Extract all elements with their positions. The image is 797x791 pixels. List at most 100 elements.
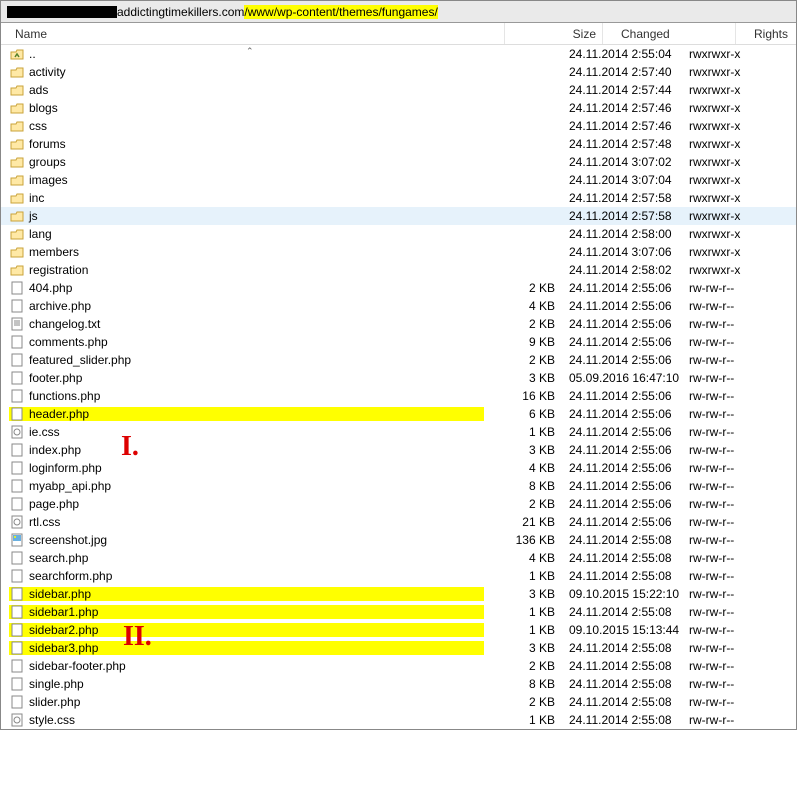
file-row[interactable]: sidebar.php3 KB09.10.2015 15:22:10rw-rw-…	[1, 585, 796, 603]
file-row[interactable]: blogs24.11.2014 2:57:46rwxrwxr-x	[1, 99, 796, 117]
file-row[interactable]: sidebar2.php1 KB09.10.2015 15:13:44rw-rw…	[1, 621, 796, 639]
file-row[interactable]: comments.php9 KB24.11.2014 2:55:06rw-rw-…	[1, 333, 796, 351]
file-size: 2 KB	[484, 353, 569, 367]
file-row[interactable]: ie.css1 KB24.11.2014 2:55:06rw-rw-r--	[1, 423, 796, 441]
file-row[interactable]: js 24.11.2014 2:57:58rwxrwxr-x	[1, 207, 796, 225]
file-row[interactable]: searchform.php1 KB24.11.2014 2:55:08rw-r…	[1, 567, 796, 585]
file-row[interactable]: ..24.11.2014 2:55:04rwxrwxr-x	[1, 45, 796, 63]
path-plain: addictingtimekillers.com	[117, 5, 244, 19]
file-row[interactable]: forums24.11.2014 2:57:48rwxrwxr-x	[1, 135, 796, 153]
file-row[interactable]: ads24.11.2014 2:57:44rwxrwxr-x	[1, 81, 796, 99]
file-row[interactable]: header.php6 KB24.11.2014 2:55:06rw-rw-r-…	[1, 405, 796, 423]
file-row[interactable]: featured_slider.php2 KB24.11.2014 2:55:0…	[1, 351, 796, 369]
file-rights: rw-rw-r--	[689, 605, 759, 619]
file-row[interactable]: style.css1 KB24.11.2014 2:55:08rw-rw-r--	[1, 711, 796, 729]
file-row[interactable]: myabp_api.php8 KB24.11.2014 2:55:06rw-rw…	[1, 477, 796, 495]
file-row[interactable]: changelog.txt2 KB24.11.2014 2:55:06rw-rw…	[1, 315, 796, 333]
file-rights: rw-rw-r--	[689, 695, 759, 709]
file-row[interactable]: loginform.php4 KB24.11.2014 2:55:06rw-rw…	[1, 459, 796, 477]
file-row[interactable]: 404.php2 KB24.11.2014 2:55:06rw-rw-r--	[1, 279, 796, 297]
file-rights: rw-rw-r--	[689, 389, 759, 403]
file-changed: 24.11.2014 2:57:46	[569, 119, 689, 133]
file-row[interactable]: single.php8 KB24.11.2014 2:55:08rw-rw-r-…	[1, 675, 796, 693]
file-changed: 24.11.2014 2:57:58	[569, 209, 689, 223]
file-row[interactable]: archive.php4 KB24.11.2014 2:55:06rw-rw-r…	[1, 297, 796, 315]
header-separator[interactable]	[735, 23, 748, 44]
file-row[interactable]: members24.11.2014 3:07:06rwxrwxr-x	[1, 243, 796, 261]
file-icon	[9, 551, 25, 565]
file-name: lang	[29, 227, 52, 241]
folder-icon	[9, 83, 25, 97]
column-headers: Name ⌃ Size Changed Rights	[1, 23, 796, 45]
file-row[interactable]: images24.11.2014 3:07:04rwxrwxr-x	[1, 171, 796, 189]
file-name: sidebar3.php	[29, 641, 98, 655]
file-row[interactable]: sidebar1.php1 KB24.11.2014 2:55:08rw-rw-…	[1, 603, 796, 621]
folder-icon	[9, 191, 25, 205]
file-changed: 05.09.2016 16:47:10	[569, 371, 689, 385]
file-rights: rw-rw-r--	[689, 713, 759, 727]
file-rights: rw-rw-r--	[689, 533, 759, 547]
file-name: footer.php	[29, 371, 82, 385]
file-name: sidebar-footer.php	[29, 659, 126, 673]
header-rights[interactable]: Rights	[748, 24, 797, 44]
file-row[interactable]: footer.php3 KB05.09.2016 16:47:10rw-rw-r…	[1, 369, 796, 387]
file-changed: 24.11.2014 2:55:06	[569, 389, 689, 403]
file-changed: 24.11.2014 2:58:00	[569, 227, 689, 241]
file-size: 2 KB	[484, 659, 569, 673]
header-separator[interactable]	[602, 23, 615, 44]
file-name: changelog.txt	[29, 317, 100, 331]
file-changed: 24.11.2014 2:55:08	[569, 641, 689, 655]
file-rights: rw-rw-r--	[689, 335, 759, 349]
file-row[interactable]: inc24.11.2014 2:57:58rwxrwxr-x	[1, 189, 796, 207]
header-changed[interactable]: Changed	[615, 24, 735, 44]
file-rights: rwxrwxr-x	[689, 47, 759, 61]
css-icon	[9, 425, 25, 439]
file-name: featured_slider.php	[29, 353, 131, 367]
file-row[interactable]: search.php4 KB24.11.2014 2:55:08rw-rw-r-…	[1, 549, 796, 567]
file-row[interactable]: lang24.11.2014 2:58:00rwxrwxr-x	[1, 225, 796, 243]
file-row[interactable]: screenshot.jpg136 KB24.11.2014 2:55:08rw…	[1, 531, 796, 549]
file-name: searchform.php	[29, 569, 112, 583]
file-row[interactable]: sidebar-footer.php2 KB24.11.2014 2:55:08…	[1, 657, 796, 675]
file-size: 3 KB	[484, 371, 569, 385]
file-name: groups	[29, 155, 66, 169]
file-icon	[9, 371, 25, 385]
file-row[interactable]: functions.php 16 KB24.11.2014 2:55:06rw-r…	[1, 387, 796, 405]
file-rights: rw-rw-r--	[689, 317, 759, 331]
file-rights: rw-rw-r--	[689, 641, 759, 655]
file-size: 3 KB	[484, 443, 569, 457]
file-rights: rwxrwxr-x	[689, 209, 759, 223]
file-rights: rw-rw-r--	[689, 299, 759, 313]
file-row[interactable]: activity24.11.2014 2:57:40rwxrwxr-x	[1, 63, 796, 81]
file-row[interactable]: page.php2 KB24.11.2014 2:55:06rw-rw-r--	[1, 495, 796, 513]
file-rights: rw-rw-r--	[689, 407, 759, 421]
file-size: 16 KB	[484, 389, 569, 403]
header-name[interactable]: Name	[9, 24, 504, 44]
file-name: functions.php	[29, 389, 100, 403]
file-rights: rw-rw-r--	[689, 659, 759, 673]
file-icon	[9, 281, 25, 295]
file-name: forums	[29, 137, 66, 151]
img-icon	[9, 533, 25, 547]
folder-icon	[9, 137, 25, 151]
file-name: js	[29, 209, 38, 223]
file-row[interactable]: registration24.11.2014 2:58:02rwxrwxr-x	[1, 261, 796, 279]
file-icon	[9, 659, 25, 673]
file-name: comments.php	[29, 335, 108, 349]
header-separator[interactable]	[504, 23, 517, 44]
path-bar[interactable]: addictingtimekillers.com /www/wp-content…	[1, 1, 796, 23]
header-size[interactable]: Size	[517, 24, 602, 44]
file-icon	[9, 695, 25, 709]
file-name: loginform.php	[29, 461, 102, 475]
file-row[interactable]: rtl.css21 KB24.11.2014 2:55:06rw-rw-r--	[1, 513, 796, 531]
file-row[interactable]: groups24.11.2014 3:07:02rwxrwxr-x	[1, 153, 796, 171]
file-size: 3 KB	[484, 641, 569, 655]
file-changed: 24.11.2014 2:55:06	[569, 407, 689, 421]
file-row[interactable]: css24.11.2014 2:57:46rwxrwxr-x	[1, 117, 796, 135]
file-row[interactable]: index.php3 KB24.11.2014 2:55:06rw-rw-r--	[1, 441, 796, 459]
file-row[interactable]: slider.php2 KB24.11.2014 2:55:08rw-rw-r-…	[1, 693, 796, 711]
file-name: myabp_api.php	[29, 479, 111, 493]
file-rights: rw-rw-r--	[689, 623, 759, 637]
file-row[interactable]: sidebar3.php 3 KB24.11.2014 2:55:08rw-rw-…	[1, 639, 796, 657]
file-name: style.css	[29, 713, 75, 727]
